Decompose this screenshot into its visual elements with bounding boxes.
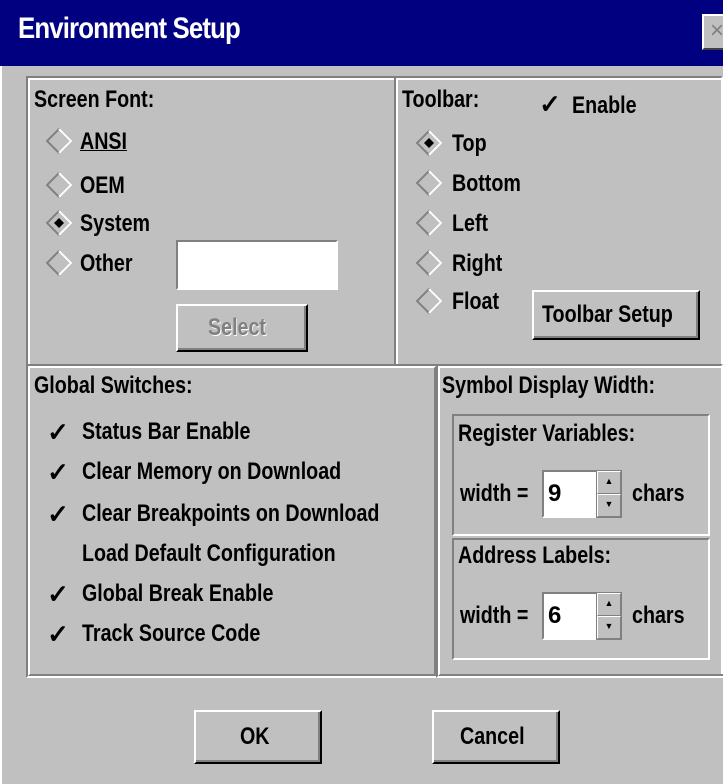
- system-label[interactable]: System: [80, 210, 150, 238]
- register-width-input[interactable]: 9: [542, 470, 598, 518]
- spinner-up-icon[interactable]: ▲: [597, 593, 621, 616]
- address-width-suffix: chars: [632, 602, 685, 629]
- address-width-input[interactable]: 6: [542, 592, 598, 640]
- ansi-label[interactable]: ANSI: [80, 128, 127, 156]
- radio-toolbar-float[interactable]: [416, 288, 442, 314]
- load-default-label[interactable]: Load Default Configuration: [82, 540, 336, 568]
- status-bar-checkbox[interactable]: ✓: [46, 419, 70, 445]
- environment-setup-dialog: Environment Setup × Screen Font: ANSI OE…: [0, 0, 723, 784]
- radio-ansi[interactable]: [46, 128, 72, 154]
- title-bar[interactable]: Environment Setup ×: [0, 0, 723, 66]
- global-switches-label: Global Switches:: [34, 372, 193, 399]
- clear-breakpoints-label[interactable]: Clear Breakpoints on Download: [82, 500, 379, 528]
- toolbar-float-label[interactable]: Float: [452, 288, 499, 316]
- toolbar-enable-checkbox[interactable]: ✓: [538, 91, 562, 117]
- cancel-button[interactable]: Cancel: [432, 710, 560, 764]
- toolbar-setup-button[interactable]: Toolbar Setup: [532, 290, 700, 340]
- toolbar-setup-button-label: Toolbar Setup: [542, 301, 673, 328]
- global-break-checkbox[interactable]: ✓: [46, 581, 70, 607]
- symbol-width-label: Symbol Display Width:: [442, 372, 656, 399]
- register-width-prefix: width =: [460, 480, 529, 507]
- spinner-up-icon[interactable]: ▲: [597, 471, 621, 494]
- window-title: Environment Setup: [18, 12, 241, 45]
- radio-toolbar-bottom[interactable]: [416, 170, 442, 196]
- clear-memory-checkbox[interactable]: ✓: [46, 459, 70, 485]
- other-font-input[interactable]: [176, 240, 338, 290]
- clear-breakpoints-checkbox[interactable]: ✓: [46, 501, 70, 527]
- oem-label[interactable]: OEM: [80, 172, 125, 200]
- radio-system[interactable]: [46, 210, 72, 236]
- other-label[interactable]: Other: [80, 250, 132, 278]
- spinner-down-icon[interactable]: ▼: [597, 494, 621, 517]
- toolbar-enable-label[interactable]: Enable: [572, 92, 637, 120]
- register-width-spinner[interactable]: ▲ ▼: [596, 470, 622, 518]
- toolbar-left-label[interactable]: Left: [452, 210, 488, 238]
- track-source-label[interactable]: Track Source Code: [82, 620, 260, 648]
- address-labels-label: Address Labels:: [458, 542, 612, 569]
- radio-toolbar-right[interactable]: [416, 250, 442, 276]
- radio-toolbar-top[interactable]: [416, 130, 442, 156]
- register-width-suffix: chars: [632, 480, 685, 507]
- toolbar-label: Toolbar:: [402, 86, 480, 113]
- window-border: [0, 66, 2, 784]
- screen-font-label: Screen Font:: [34, 86, 155, 113]
- address-width-spinner[interactable]: ▲ ▼: [596, 592, 622, 640]
- toolbar-top-label[interactable]: Top: [452, 130, 487, 158]
- global-break-label[interactable]: Global Break Enable: [82, 580, 273, 608]
- select-button[interactable]: Select: [176, 304, 308, 352]
- address-width-prefix: width =: [460, 602, 529, 629]
- load-default-checkbox[interactable]: [46, 542, 70, 566]
- close-icon[interactable]: ×: [702, 14, 723, 50]
- cancel-button-label: Cancel: [460, 723, 525, 750]
- select-button-label: Select: [208, 314, 266, 341]
- track-source-checkbox[interactable]: ✓: [46, 621, 70, 647]
- clear-memory-label[interactable]: Clear Memory on Download: [82, 458, 341, 486]
- radio-other[interactable]: [46, 250, 72, 276]
- toolbar-bottom-label[interactable]: Bottom: [452, 170, 521, 198]
- ok-button[interactable]: OK: [194, 710, 322, 764]
- register-variables-label: Register Variables:: [458, 420, 636, 447]
- ok-button-label: OK: [240, 723, 270, 750]
- spinner-down-icon[interactable]: ▼: [597, 616, 621, 639]
- radio-toolbar-left[interactable]: [416, 210, 442, 236]
- toolbar-right-label[interactable]: Right: [452, 250, 502, 278]
- status-bar-label[interactable]: Status Bar Enable: [82, 418, 250, 446]
- radio-oem[interactable]: [46, 172, 72, 198]
